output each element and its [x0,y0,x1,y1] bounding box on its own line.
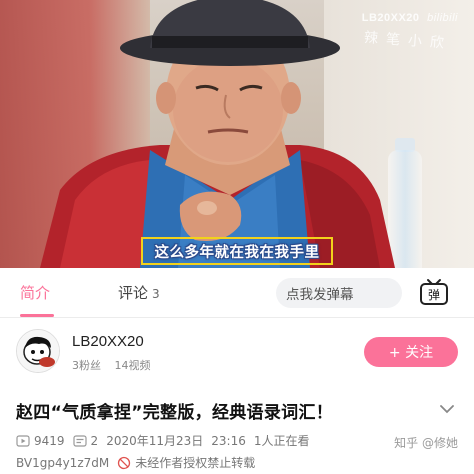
svg-text:弹: 弹 [428,288,440,302]
tab-comments-label: 评论 [118,284,149,302]
tab-comments[interactable]: 评论 3 [118,282,160,303]
comment-count: 3 [152,287,160,301]
active-tab-indicator [20,314,54,317]
uploader-row: LB20XX20 3粉丝 14视频 + 关注 [0,319,474,383]
bvid[interactable]: BV1gp4y1z7dM [16,456,109,470]
danmaku-input[interactable]: 点我发弹幕 [276,278,402,308]
zhihu-watermark: 知乎 @修她 [392,434,460,451]
danmaku-placeholder: 点我发弹幕 [286,287,354,303]
danmaku-count-icon [72,434,87,447]
avatar-image [17,330,59,372]
uploader-name[interactable]: LB20XX20 [72,333,144,350]
video-title: 赵四“气质拿捏”完整版，经典语录词汇！ [16,403,334,423]
video-meta: 9419 2 2020年11月23日 23:16 1人正在看 [16,432,318,449]
video-subtitle: 这么多年就在我在我手里 [154,244,320,261]
repost-notice: 未经作者授权禁止转载 [135,456,256,470]
follow-label: + 关注 [388,345,434,361]
tab-bar: 简介 评论 3 点我发弹幕 弹 [0,268,474,318]
bilibili-logo: bilibili [427,12,458,24]
tab-intro-label: 简介 [20,284,51,302]
publish-time: 23:16 [211,433,246,448]
video-watermark: LB20XX20 bilibili [361,12,458,24]
danmaku-icon: 弹 [420,279,448,305]
danmaku-count: 2 [72,434,98,448]
video-count: 14视频 [114,359,151,372]
avatar[interactable] [16,329,60,373]
uploader-stats: 3粉丝 14视频 [72,357,161,373]
fans-count: 3粉丝 [72,359,101,372]
view-count: 9419 [16,434,65,448]
chevron-down-icon[interactable] [440,404,454,414]
follow-button[interactable]: + 关注 [364,337,458,367]
video-player[interactable]: LB20XX20 bilibili 辣笔小欣 这么多年就在我在我手里 [0,0,474,268]
publish-date: 2020年11月23日 [106,434,204,448]
watching-now: 1人正在看 [253,434,310,448]
subtitle-highlight-box: 这么多年就在我在我手里 [141,237,333,265]
forbidden-icon [118,456,131,469]
video-id-row: BV1gp4y1z7dM 未经作者授权禁止转载 [16,454,255,471]
tab-intro[interactable]: 简介 [20,282,50,303]
danmaku-toggle-button[interactable]: 弹 [417,278,451,308]
play-count-icon [16,434,30,447]
